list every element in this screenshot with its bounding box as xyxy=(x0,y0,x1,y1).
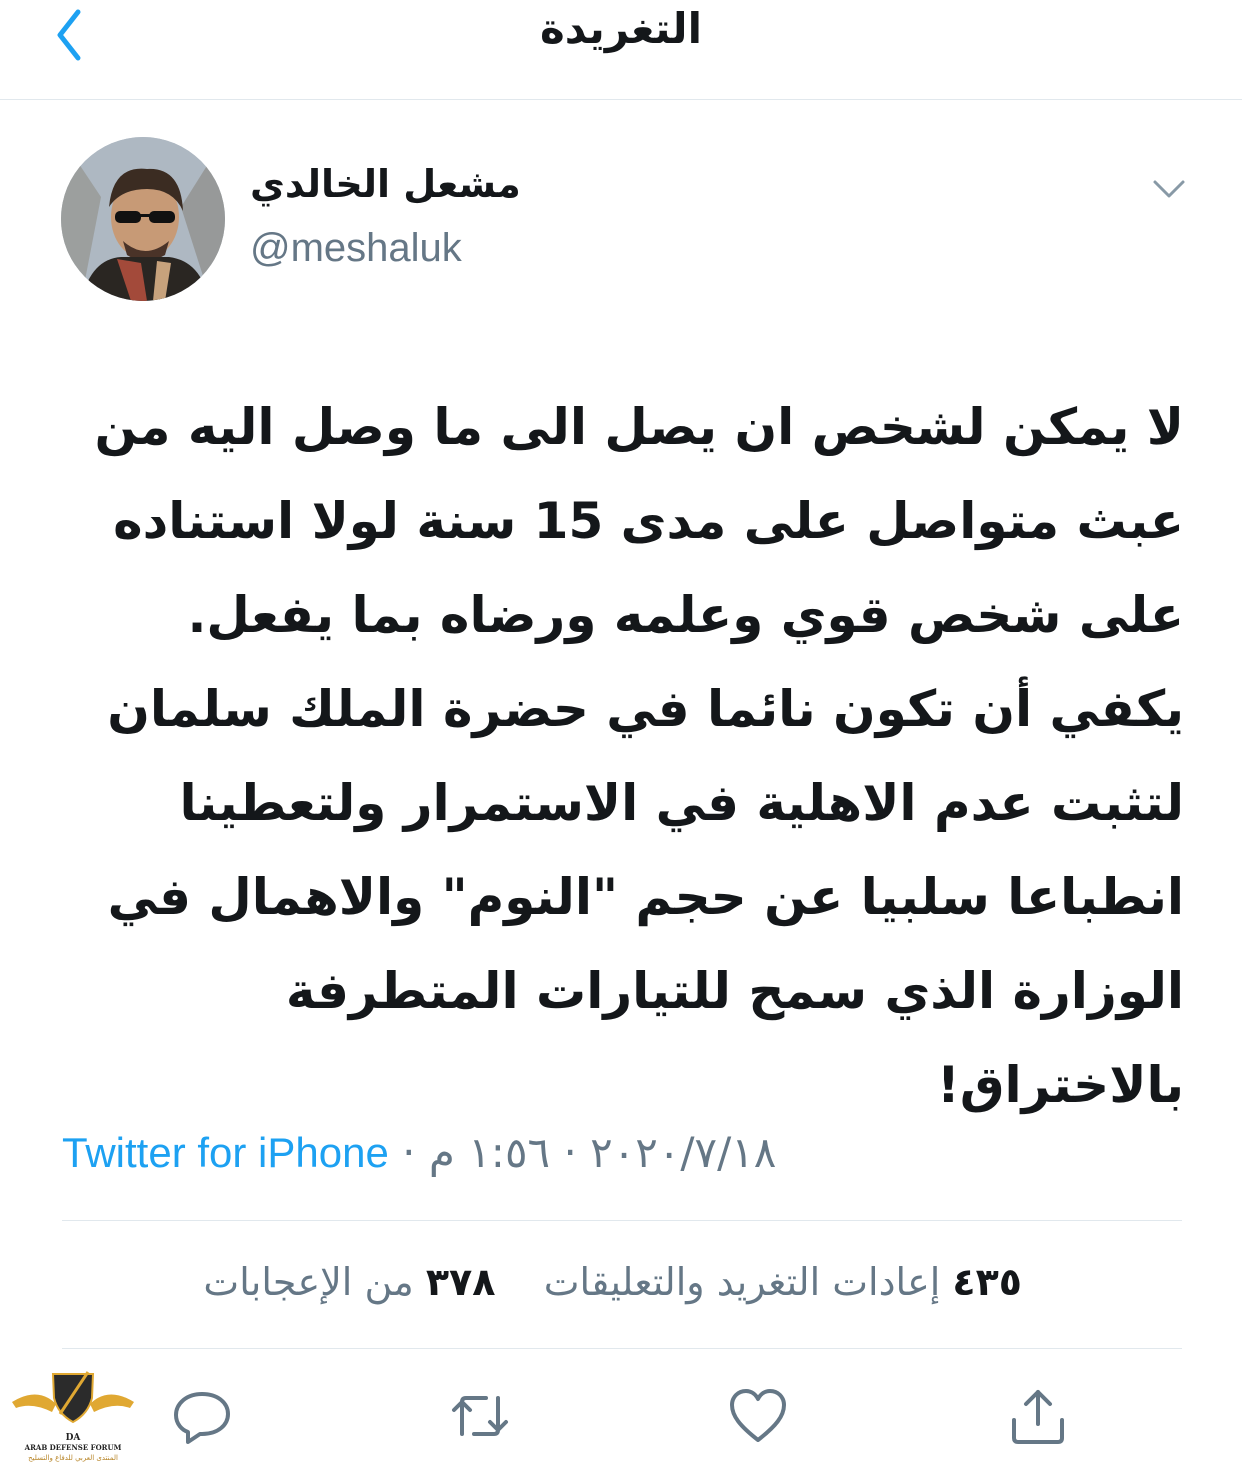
retweet-icon xyxy=(452,1396,508,1436)
author-display-name[interactable]: مشعل الخالدي xyxy=(250,162,550,206)
more-options-button[interactable] xyxy=(1150,170,1188,208)
reply-icon xyxy=(174,1392,230,1444)
author-handle[interactable]: @meshaluk xyxy=(250,226,462,271)
tweet-text: لا يمكن لشخص ان يصل الى ما وصل اليه من ع… xyxy=(94,398,1184,1114)
tweet-time: ١:٥٦ م xyxy=(428,1128,551,1177)
divider xyxy=(62,1348,1182,1349)
heart-icon xyxy=(730,1389,786,1442)
like-button[interactable] xyxy=(726,1384,790,1448)
tweet-date: ٢٠٢٠/٧/١٨ xyxy=(590,1128,777,1177)
tweet-meta: Twitter for iPhone · ٢٠٢٠/٧/١٨ · ١:٥٦ م xyxy=(62,1128,776,1177)
likes-count: ٣٧٨ xyxy=(425,1260,496,1304)
share-button[interactable] xyxy=(1006,1384,1070,1448)
divider xyxy=(62,1220,1182,1221)
retweets-label: إعادات التغريد والتعليقات xyxy=(543,1260,941,1304)
watermark-name-ar: المنتدى العربي للدفاع والتسليح xyxy=(28,1454,118,1462)
reply-button[interactable] xyxy=(170,1384,234,1448)
page-title: التغريدة xyxy=(540,4,702,53)
watermark-name-en: ARAB DEFENSE FORUM xyxy=(24,1443,122,1452)
forum-logo-icon: DA ARAB DEFENSE FORUM المنتدى العربي للد… xyxy=(12,1371,134,1462)
retweet-button[interactable] xyxy=(448,1384,512,1448)
watermark-logo-letters: DA xyxy=(66,1433,82,1443)
likes-stat[interactable]: ٣٧٨ من الإعجابات xyxy=(203,1260,495,1304)
top-bar: التغريدة xyxy=(0,0,1242,100)
avatar[interactable] xyxy=(61,137,225,301)
likes-label: من الإعجابات xyxy=(203,1260,414,1304)
tweet-source-link[interactable]: Twitter for iPhone xyxy=(62,1129,389,1176)
avatar-photo xyxy=(61,137,225,301)
meta-separator: · xyxy=(402,1128,416,1177)
meta-separator: · xyxy=(563,1128,577,1177)
retweets-stat[interactable]: ٤٣٥ إعادات التغريد والتعليقات xyxy=(544,1260,1022,1304)
share-icon xyxy=(1012,1390,1064,1444)
chevron-down-icon xyxy=(1153,180,1185,198)
watermark-logo: DA ARAB DEFENSE FORUM المنتدى العربي للد… xyxy=(8,1364,138,1464)
tweet-stats: ٤٣٥ إعادات التغريد والتعليقات ٣٧٨ من الإ… xyxy=(62,1260,1022,1304)
retweets-count: ٤٣٥ xyxy=(952,1260,1022,1304)
